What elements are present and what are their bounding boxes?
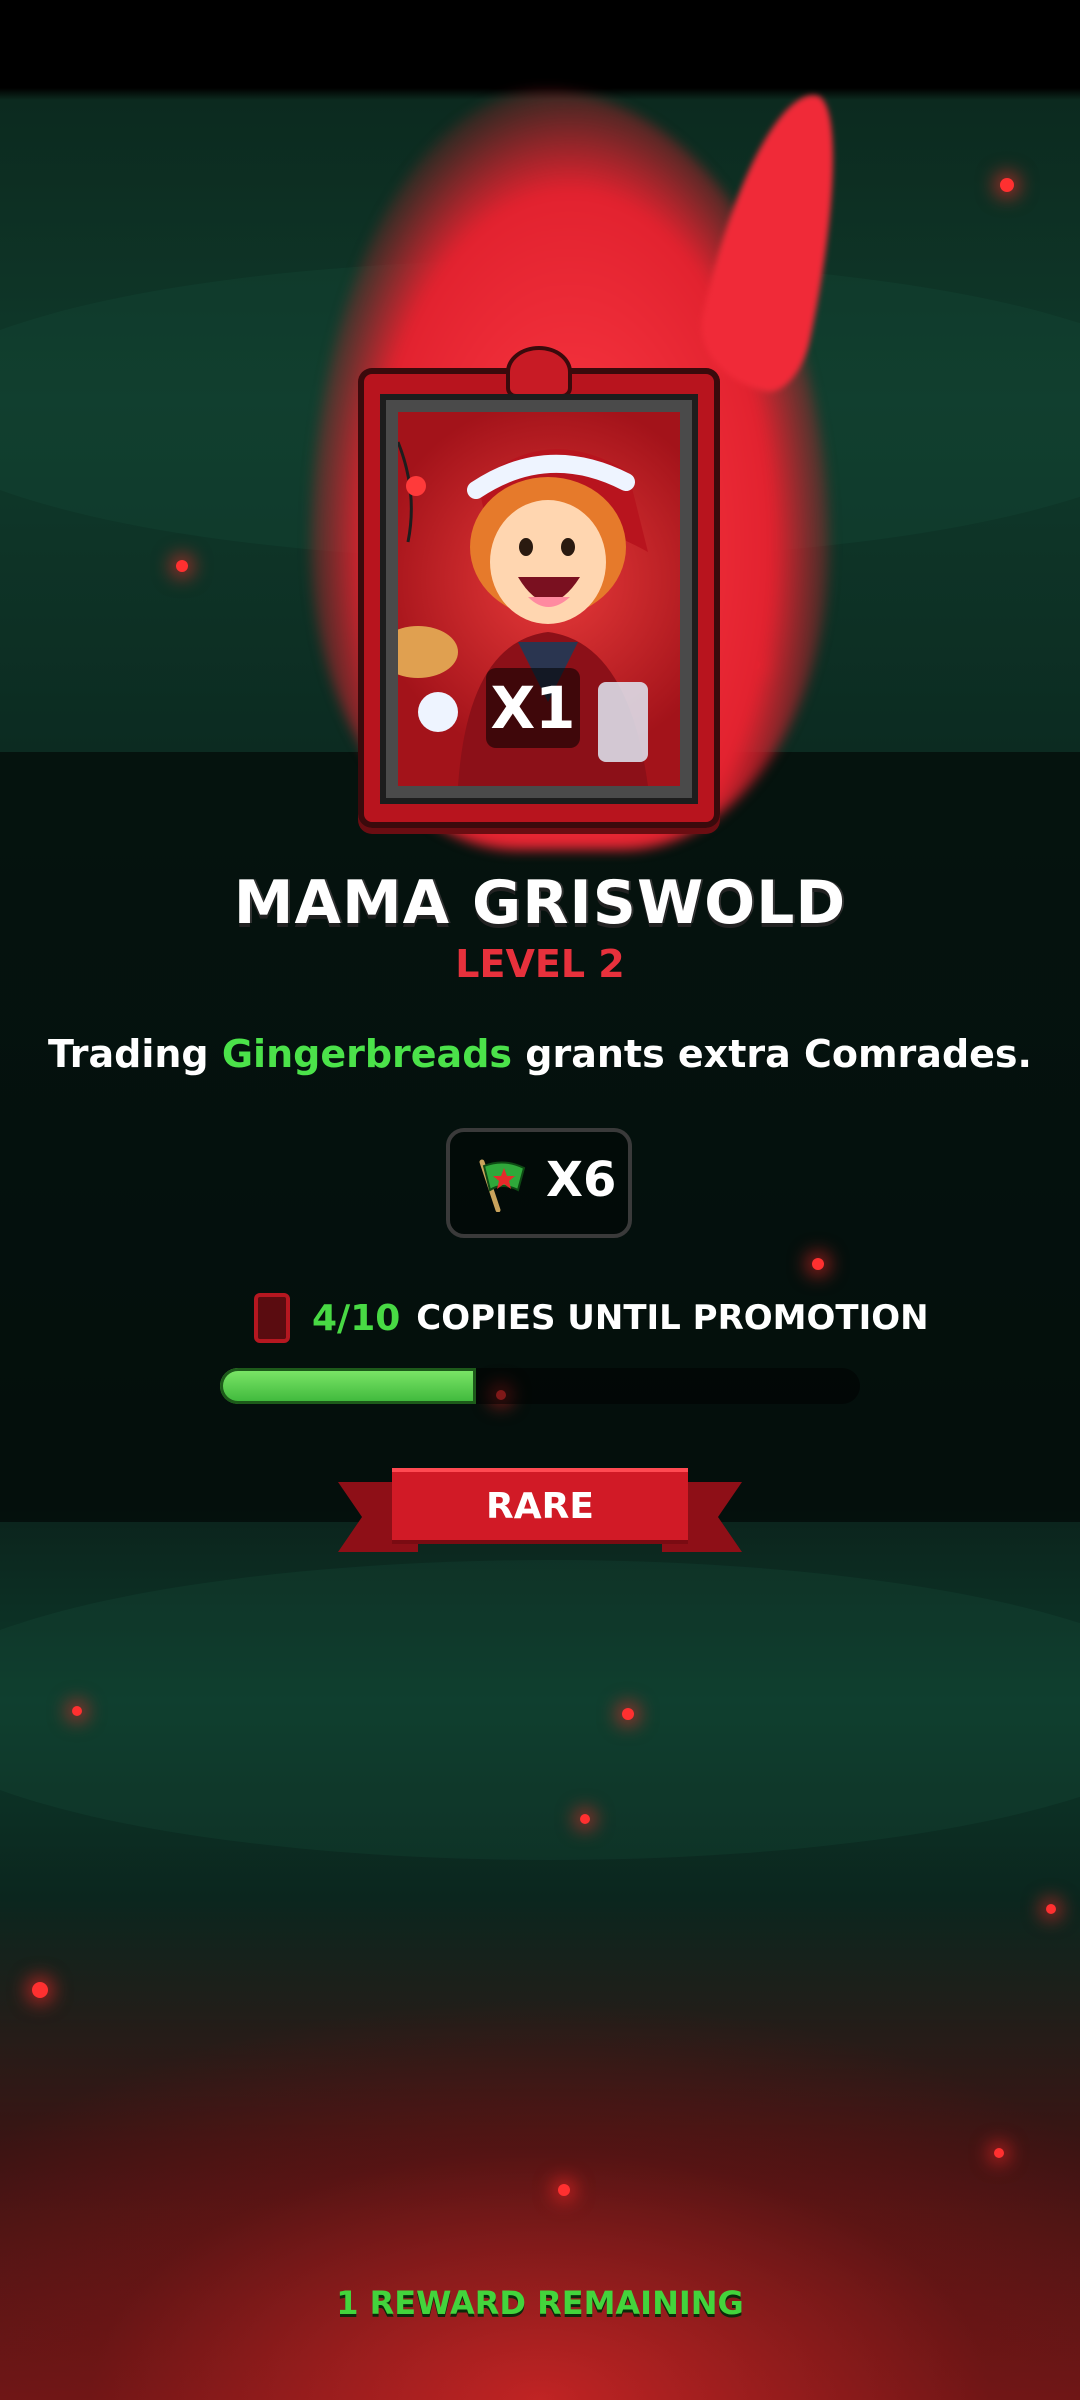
card-name: MAMA GRISWOLD bbox=[233, 868, 847, 938]
character-card[interactable]: X1 bbox=[358, 346, 720, 828]
ember bbox=[622, 1708, 634, 1720]
rarity-label: RARE bbox=[392, 1468, 688, 1544]
flag-icon bbox=[479, 1159, 526, 1212]
rewards-remaining-text: 1 REWARD REMAINING bbox=[336, 2284, 744, 2322]
status-bar bbox=[0, 0, 1080, 88]
ember bbox=[812, 1258, 824, 1270]
card-copy-icon bbox=[254, 1293, 290, 1343]
copies-progress-text: 4/10 bbox=[312, 1297, 401, 1339]
description-text: Trading bbox=[48, 1032, 222, 1076]
ember bbox=[176, 560, 188, 572]
ember bbox=[1000, 178, 1014, 192]
card-level: LEVEL 2 bbox=[455, 942, 625, 986]
promotion-progress-fill bbox=[220, 1368, 476, 1404]
promotion-progress-bar bbox=[220, 1368, 860, 1404]
ember bbox=[32, 1982, 48, 1998]
description-text: grants extra Comrades. bbox=[512, 1032, 1032, 1076]
ember bbox=[1046, 1904, 1056, 1914]
ember bbox=[580, 1814, 590, 1824]
rarity-ribbon: RARE bbox=[338, 1468, 742, 1552]
card-description: Trading Gingerbreads grants extra Comrad… bbox=[0, 1032, 1080, 1076]
description-highlight: Gingerbreads bbox=[221, 1032, 513, 1076]
background-wave bbox=[0, 1560, 1080, 1860]
ember bbox=[558, 2184, 570, 2196]
tree-emblem-icon bbox=[506, 346, 572, 398]
ember bbox=[994, 2148, 1004, 2158]
reward-box: X6 bbox=[446, 1128, 632, 1238]
ember bbox=[72, 1706, 82, 1716]
reward-quantity: X6 bbox=[546, 1152, 617, 1208]
copies-label: COPIES UNTIL PROMOTION bbox=[416, 1298, 929, 1338]
card-count-badge: X1 bbox=[486, 668, 580, 748]
promotion-status: 4/10 COPIES UNTIL PROMOTION bbox=[254, 1290, 929, 1346]
card-reveal-screen[interactable]: X1 MAMA GRISWOLD LEVEL 2 Trading Gingerb… bbox=[0, 0, 1080, 2400]
